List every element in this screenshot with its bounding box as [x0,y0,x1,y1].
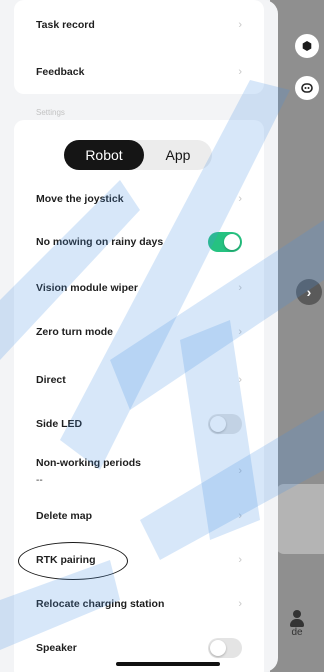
robot-app-segmented-control: Robot App [64,140,212,170]
zero-turn-row[interactable]: Zero turn mode › [14,312,264,352]
direct-label: Direct [36,374,66,386]
home-indicator [116,662,220,666]
settings-sheet: Task record › Feedback › Settings Move t… [0,0,278,672]
move-joystick-row[interactable]: Move the joystick › [14,180,264,218]
move-joystick-label: Move the joystick [36,193,124,205]
robot-icon[interactable] [295,76,319,100]
rtk-pairing-row[interactable]: RTK pairing › [14,540,264,580]
chevron-right-icon: › [238,598,242,610]
chevron-right-icon: › [238,19,242,31]
top-card: Task record › Feedback › [14,0,264,94]
screen: › de Task record › Feedback › Settings M… [0,0,324,672]
chevron-right-icon: › [238,554,242,566]
chevron-right-icon[interactable]: › [296,279,322,305]
settings-card: Move the joystick › No mowing on rainy d… [14,120,264,672]
feedback-label: Feedback [36,66,85,78]
non-working-periods-value: -- [36,474,43,486]
speaker-toggle[interactable] [208,638,242,658]
direct-row[interactable]: Direct › [14,360,264,400]
chevron-right-icon: › [238,465,242,477]
non-working-periods-row[interactable]: Non-working periods -- › [14,448,264,494]
vision-wiper-row[interactable]: Vision module wiper › [14,268,264,308]
non-working-periods-text: Non-working periods -- [36,457,141,486]
background-card [276,484,324,554]
side-led-label: Side LED [36,418,83,430]
settings-section-label: Settings [36,108,65,117]
no-mowing-rain-row: No mowing on rainy days [14,222,264,262]
segment-app[interactable]: App [144,140,212,170]
vision-wiper-label: Vision module wiper [36,282,138,294]
task-record-label: Task record [36,19,95,31]
chevron-right-icon: › [238,66,242,78]
zero-turn-label: Zero turn mode [36,326,114,338]
relocate-station-label: Relocate charging station [36,598,165,610]
delete-map-row[interactable]: Delete map › [14,496,264,536]
segment-robot[interactable]: Robot [64,140,144,170]
delete-map-label: Delete map [36,510,93,522]
chevron-right-icon: › [238,374,242,386]
relocate-station-row[interactable]: Relocate charging station › [14,584,264,624]
feedback-row[interactable]: Feedback › [14,50,264,94]
speaker-label: Speaker [36,642,77,654]
side-led-toggle[interactable] [208,414,242,434]
rtk-pairing-label: RTK pairing [36,554,96,566]
gear-icon[interactable] [295,34,319,58]
chevron-right-icon: › [238,282,242,294]
person-label: de [291,627,303,638]
no-mowing-rain-toggle[interactable] [208,232,242,252]
side-led-row: Side LED [14,404,264,444]
chevron-right-icon: › [238,326,242,338]
chevron-right-icon: › [238,510,242,522]
background-map-panel [270,0,324,672]
task-record-row[interactable]: Task record › [14,0,264,50]
person-icon[interactable]: de [282,610,312,650]
chevron-right-icon: › [238,193,242,205]
no-mowing-rain-label: No mowing on rainy days [36,236,164,248]
non-working-periods-label: Non-working periods [36,456,141,469]
